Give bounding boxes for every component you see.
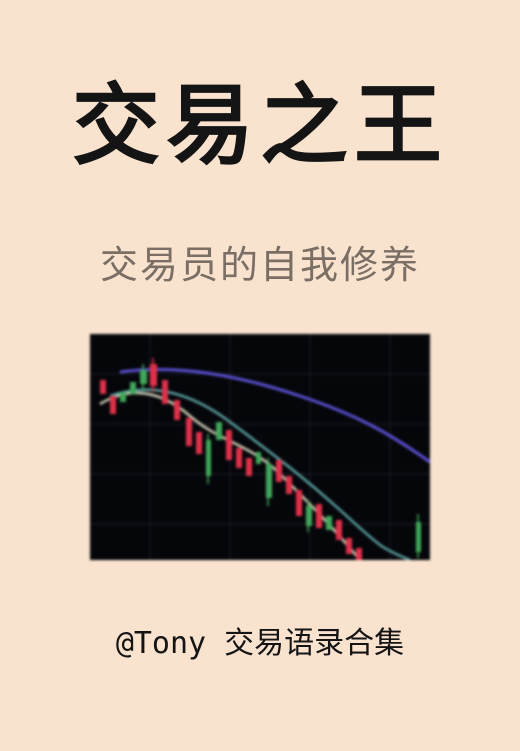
book-title: 交易之王: [71, 74, 448, 177]
author-line: @Tony 交易语录合集: [115, 626, 405, 661]
ma-mid-line: [109, 388, 411, 560]
chart-grid: [90, 334, 430, 560]
book-subtitle: 交易员的自我修养: [99, 243, 420, 287]
candlestick-chart-photo: [90, 334, 430, 560]
candle-wicks: [142, 358, 419, 558]
candlestick-chart-graphic: [90, 334, 430, 560]
